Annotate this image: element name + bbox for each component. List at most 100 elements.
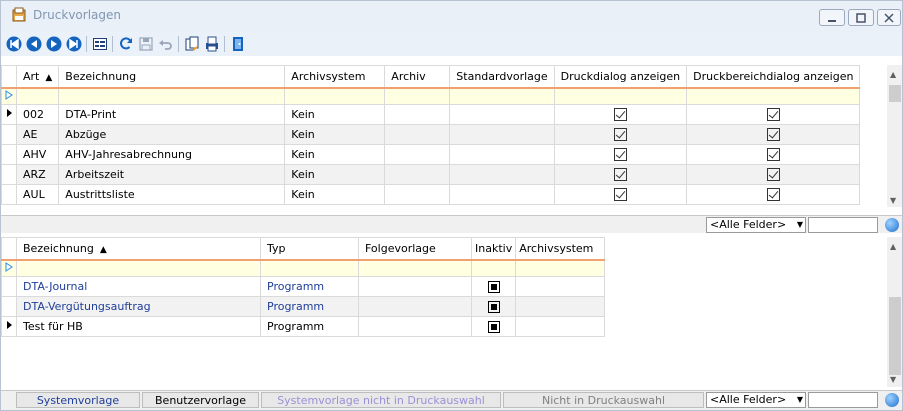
druckdialog-checkbox[interactable] xyxy=(613,148,627,162)
lower-search-globe-icon[interactable] xyxy=(885,393,899,407)
cell-archiv[interactable] xyxy=(384,164,451,185)
cell-druckbereichdialog[interactable] xyxy=(686,104,861,125)
close-button[interactable] xyxy=(877,9,901,26)
cell-art[interactable]: AE xyxy=(15,124,60,145)
maximize-button[interactable] xyxy=(848,9,874,26)
cell-archivsystem[interactable]: Kein xyxy=(284,164,386,185)
cell-art[interactable]: AUL xyxy=(15,184,60,205)
cell-archiv[interactable] xyxy=(384,184,451,205)
cell-bezeichnung[interactable]: DTA-Journal xyxy=(16,276,261,297)
scroll-down-icon[interactable]: ▼ xyxy=(890,196,896,205)
last-record-icon[interactable] xyxy=(65,35,83,53)
cell-druckbereichdialog[interactable] xyxy=(686,144,861,165)
column-header-bezeichnung[interactable]: Bezeichnung xyxy=(58,65,286,89)
exit-icon[interactable] xyxy=(229,35,247,53)
cell-standardvorlage[interactable] xyxy=(449,184,555,205)
column-header-folgevorlage[interactable]: Folgevorlage xyxy=(358,237,472,261)
cell-art[interactable]: AHV xyxy=(15,144,60,165)
column-header-bezeichnung[interactable]: Bezeichnung ▲ xyxy=(16,237,261,261)
column-header-druckbereichdialog[interactable]: Druckbereichdialog anzeigen xyxy=(686,65,861,89)
table-row[interactable]: Test für HB Programm xyxy=(1,316,606,337)
cell-bezeichnung[interactable]: Arbeitszeit xyxy=(58,164,286,185)
column-header-standardvorlage[interactable]: Standardvorlage xyxy=(449,65,555,89)
previous-record-icon[interactable] xyxy=(25,35,43,53)
copy-template-icon[interactable] xyxy=(183,35,201,53)
cell-inaktiv[interactable] xyxy=(470,296,517,317)
upper-search-input[interactable] xyxy=(808,217,878,233)
inaktiv-checkbox[interactable] xyxy=(487,321,500,333)
minimize-button[interactable] xyxy=(819,9,845,26)
cell-archiv[interactable] xyxy=(384,124,451,145)
lower-scroll-thumb[interactable] xyxy=(889,297,901,375)
cell-archiv[interactable] xyxy=(384,144,451,165)
cell-standardvorlage[interactable] xyxy=(449,124,555,145)
druckdialog-checkbox[interactable] xyxy=(613,188,627,202)
cell-inaktiv[interactable] xyxy=(470,316,517,337)
cell-typ[interactable]: Programm xyxy=(260,296,359,317)
cell-folgevorlage[interactable] xyxy=(358,296,472,317)
cell-bezeichnung[interactable]: Austrittsliste xyxy=(58,184,286,205)
druckdialog-checkbox[interactable] xyxy=(613,108,627,122)
druckbereich-checkbox[interactable] xyxy=(766,188,780,202)
column-header-druckdialog[interactable]: Druckdialog anzeigen xyxy=(553,65,688,89)
undo-icon[interactable] xyxy=(157,35,175,53)
cell-druckdialog[interactable] xyxy=(553,104,688,125)
column-header-archivsystem[interactable]: Archivsystem xyxy=(284,65,386,89)
scroll-up-icon[interactable]: ▲ xyxy=(890,70,896,79)
druckbereich-checkbox[interactable] xyxy=(766,108,780,122)
lower-vertical-scrollbar[interactable]: ▲ ▼ xyxy=(887,237,902,387)
print-preview-icon[interactable] xyxy=(203,35,221,53)
table-row[interactable]: AUL Austrittsliste Kein xyxy=(1,184,861,205)
table-row[interactable]: DTA-Journal Programm xyxy=(1,276,606,297)
cell-bezeichnung[interactable]: DTA-Print xyxy=(58,104,286,125)
cell-archivsystem[interactable] xyxy=(515,316,606,337)
cell-typ[interactable]: Programm xyxy=(260,276,359,297)
cell-archivsystem[interactable]: Kein xyxy=(284,144,386,165)
cell-archivsystem[interactable] xyxy=(515,276,606,297)
cell-archivsystem[interactable]: Kein xyxy=(284,104,386,125)
druckbereich-checkbox[interactable] xyxy=(766,168,780,182)
druckbereich-checkbox[interactable] xyxy=(766,128,780,142)
next-record-icon[interactable] xyxy=(45,35,63,53)
cell-bezeichnung[interactable]: AHV-Jahresabrechnung xyxy=(58,144,286,165)
druckdialog-checkbox[interactable] xyxy=(613,168,627,182)
cell-druckdialog[interactable] xyxy=(553,184,688,205)
cell-druckdialog[interactable] xyxy=(553,164,688,185)
inaktiv-checkbox[interactable] xyxy=(487,301,500,313)
cell-archiv[interactable] xyxy=(384,104,451,125)
table-row[interactable]: AE Abzüge Kein xyxy=(1,124,861,145)
upper-search-globe-icon[interactable] xyxy=(885,218,899,232)
scroll-down-icon[interactable]: ▼ xyxy=(890,375,896,384)
cell-bezeichnung[interactable]: DTA-Vergütungsauftrag xyxy=(16,296,261,317)
cell-druckbereichdialog[interactable] xyxy=(686,164,861,185)
inaktiv-checkbox[interactable] xyxy=(487,281,500,293)
column-header-typ[interactable]: Typ xyxy=(260,237,359,261)
cell-druckdialog[interactable] xyxy=(553,124,688,145)
cell-standardvorlage[interactable] xyxy=(449,164,555,185)
new-row[interactable] xyxy=(1,87,861,105)
new-row[interactable] xyxy=(1,259,606,277)
druckdialog-checkbox[interactable] xyxy=(613,128,627,142)
cell-archivsystem[interactable]: Kein xyxy=(284,124,386,145)
upper-vertical-scrollbar[interactable]: ▲ ▼ xyxy=(887,65,902,207)
column-header-inaktiv[interactable]: Inaktiv xyxy=(470,237,517,261)
cell-typ[interactable]: Programm xyxy=(260,316,359,337)
cell-folgevorlage[interactable] xyxy=(358,276,472,297)
table-row[interactable]: AHV AHV-Jahresabrechnung Kein xyxy=(1,144,861,165)
list-view-icon[interactable] xyxy=(91,35,109,53)
lower-search-input[interactable] xyxy=(808,392,878,408)
cell-druckdialog[interactable] xyxy=(553,144,688,165)
scroll-up-icon[interactable]: ▲ xyxy=(890,242,896,251)
first-record-icon[interactable] xyxy=(5,35,23,53)
column-header-art[interactable]: Art ▲ xyxy=(15,65,60,89)
cell-art[interactable]: 002 xyxy=(15,104,60,125)
table-row[interactable]: ARZ Arbeitszeit Kein xyxy=(1,164,861,185)
cell-folgevorlage[interactable] xyxy=(358,316,472,337)
upper-scroll-thumb[interactable] xyxy=(889,85,901,102)
column-header-archivsystem[interactable]: Archivsystem xyxy=(515,237,606,261)
cell-archivsystem[interactable] xyxy=(515,296,606,317)
column-header-archiv[interactable]: Archiv xyxy=(384,65,451,89)
cell-druckbereichdialog[interactable] xyxy=(686,124,861,145)
cell-standardvorlage[interactable] xyxy=(449,144,555,165)
cell-archivsystem[interactable]: Kein xyxy=(284,184,386,205)
